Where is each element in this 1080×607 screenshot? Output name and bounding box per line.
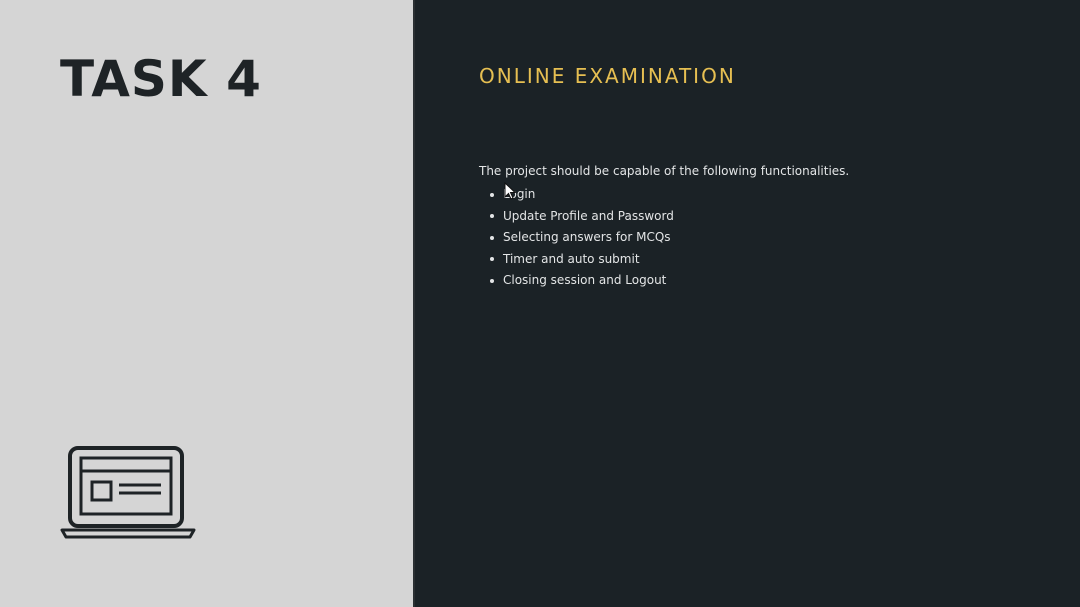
bullet-icon [490,257,494,261]
section-title: ONLINE EXAMINATION [479,64,736,88]
bullet-icon [490,192,494,197]
feature-list: Login Update Profile and Password Select… [479,184,674,292]
feature-item-label: Closing session and Logout [503,273,667,287]
feature-item-timer: Timer and auto submit [479,249,674,271]
feature-item-label: Update Profile and Password [503,208,674,223]
feature-item-label: Selecting answers for MCQs [503,230,671,244]
laptop-icon [60,446,196,539]
right-panel: ONLINE EXAMINATION The project should be… [415,0,1080,607]
bullet-icon [490,214,494,218]
presentation-slide: TASK 4 ONLINE EXAMINATION The project sh… [0,0,1080,607]
bullet-icon [490,278,494,283]
feature-item-selecting-answers: Selecting answers for MCQs [479,227,674,249]
task-title: TASK 4 [60,50,262,108]
intro-text: The project should be capable of the fol… [479,164,850,178]
feature-item-label: Timer and auto submit [503,251,640,266]
left-panel: TASK 4 [0,0,413,607]
bullet-icon [490,235,494,240]
feature-item-closing-session: Closing session and Logout [479,270,674,292]
feature-item-update-profile: Update Profile and Password [479,206,674,228]
mouse-cursor-icon [504,182,516,200]
